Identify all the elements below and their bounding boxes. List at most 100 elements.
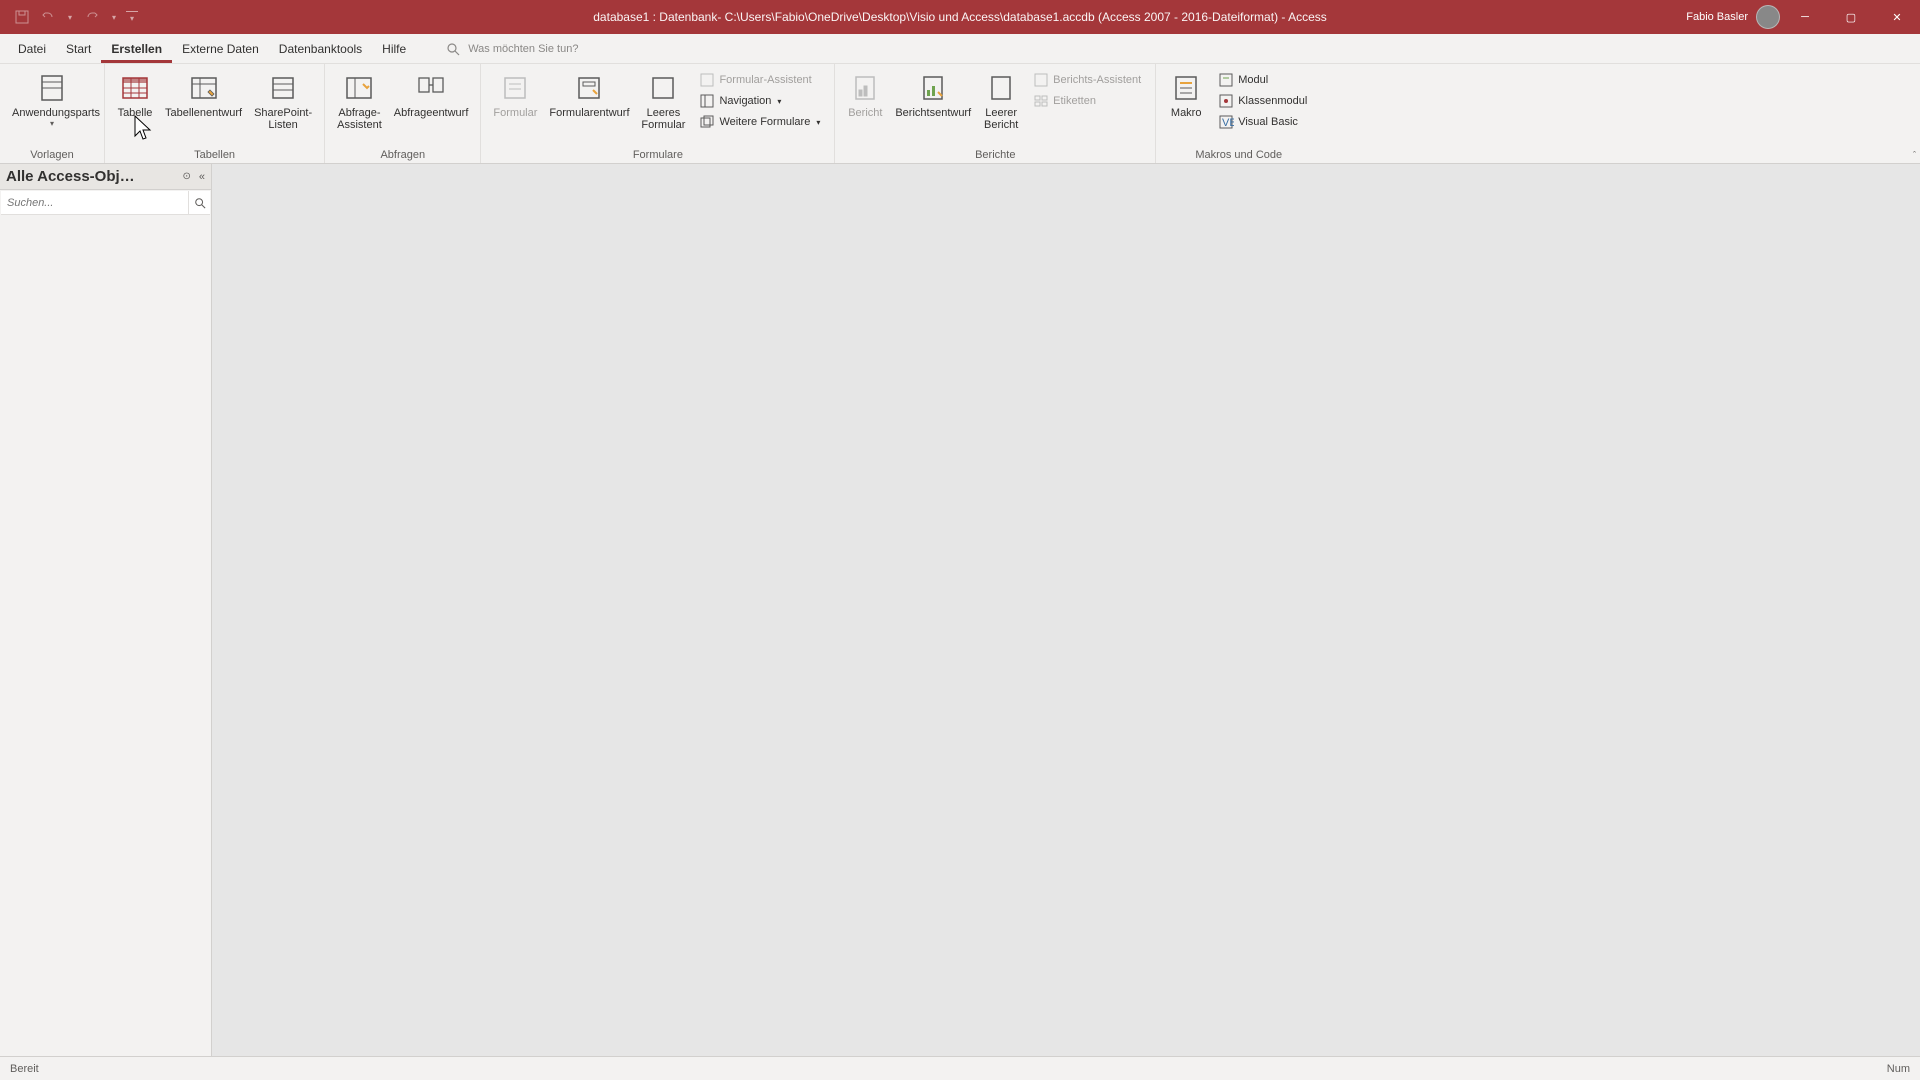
chevron-down-icon: ▾ bbox=[777, 97, 781, 106]
formulare-small-col: Formular-Assistent Navigation ▾ Weitere F… bbox=[691, 68, 828, 134]
navigation-label: Navigation bbox=[719, 95, 771, 107]
user-avatar[interactable] bbox=[1756, 5, 1780, 29]
bericht-button: Bericht bbox=[841, 68, 889, 119]
leerer-bericht-button[interactable]: Leerer Bericht bbox=[977, 68, 1025, 131]
query-wizard-icon bbox=[343, 72, 375, 104]
klassenmodul-button[interactable]: Klassenmodul bbox=[1214, 91, 1311, 111]
abfrage-assistent-button[interactable]: Abfrage- Assistent bbox=[331, 68, 388, 131]
status-right: Num bbox=[1887, 1063, 1910, 1075]
navigation-icon bbox=[699, 93, 715, 109]
class-module-icon bbox=[1218, 93, 1234, 109]
navigation-pane: Alle Access-Obj… ⊙ « bbox=[0, 164, 212, 1056]
tabellenentwurf-button[interactable]: Tabellenentwurf bbox=[159, 68, 248, 119]
workspace bbox=[212, 164, 1920, 1056]
save-icon[interactable] bbox=[12, 7, 32, 27]
weitere-formulare-label: Weitere Formulare bbox=[719, 116, 810, 128]
weitere-formulare-button[interactable]: Weitere Formulare ▾ bbox=[695, 112, 824, 132]
leeres-formular-label: Leeres Formular bbox=[641, 107, 685, 131]
tab-start[interactable]: Start bbox=[56, 34, 101, 63]
report-icon bbox=[849, 72, 881, 104]
report-design-icon bbox=[917, 72, 949, 104]
navpane-collapse-icon[interactable]: « bbox=[195, 171, 205, 183]
group-label: Formulare bbox=[633, 149, 683, 163]
search-icon bbox=[446, 42, 460, 56]
search-icon bbox=[194, 197, 206, 209]
undo-icon[interactable] bbox=[38, 7, 58, 27]
abfrageentwurf-button[interactable]: Abfrageentwurf bbox=[388, 68, 475, 119]
module-icon bbox=[1218, 72, 1234, 88]
quick-access-toolbar: ▾ ▾ ▾ bbox=[0, 0, 138, 34]
macro-icon bbox=[1170, 72, 1202, 104]
visual-basic-button[interactable]: VB Visual Basic bbox=[1214, 112, 1311, 132]
group-abfragen: Abfrage- Assistent Abfrageentwurf Abfrag… bbox=[325, 64, 481, 163]
redo-icon[interactable] bbox=[82, 7, 102, 27]
tab-datei[interactable]: Datei bbox=[8, 34, 56, 63]
berichts-assistent-label: Berichts-Assistent bbox=[1053, 74, 1141, 86]
makro-label: Makro bbox=[1171, 107, 1202, 119]
abfrageentwurf-label: Abfrageentwurf bbox=[394, 107, 469, 119]
labels-icon bbox=[1033, 93, 1049, 109]
collapse-ribbon-button[interactable]: ˆ bbox=[1913, 150, 1916, 160]
modul-button[interactable]: Modul bbox=[1214, 70, 1311, 90]
makro-button[interactable]: Makro bbox=[1162, 68, 1210, 119]
berichts-assistent-button: Berichts-Assistent bbox=[1029, 70, 1145, 90]
formular-button: Formular bbox=[487, 68, 543, 119]
berichtsentwurf-label: Berichtsentwurf bbox=[895, 107, 971, 119]
dropdown-arrow-icon: ▾ bbox=[50, 119, 54, 128]
tell-me-search[interactable]: Was möchten Sie tun? bbox=[446, 42, 578, 56]
query-design-icon bbox=[415, 72, 447, 104]
tell-me-placeholder: Was möchten Sie tun? bbox=[468, 43, 578, 55]
tab-datenbanktools[interactable]: Datenbanktools bbox=[269, 34, 372, 63]
status-bar: Bereit Num bbox=[0, 1056, 1920, 1080]
group-vorlagen: Anwendungsparts ▾ Vorlagen bbox=[0, 64, 105, 163]
window-title: database1 : Datenbank- C:\Users\Fabio\On… bbox=[593, 10, 1326, 24]
sharepoint-label: SharePoint- Listen bbox=[254, 107, 312, 131]
blank-form-icon bbox=[647, 72, 679, 104]
status-left: Bereit bbox=[10, 1063, 39, 1075]
navpane-search-input[interactable] bbox=[1, 197, 188, 209]
navpane-search-button[interactable] bbox=[188, 191, 210, 214]
navpane-title: Alle Access-Obj… bbox=[6, 168, 178, 185]
table-design-icon bbox=[188, 72, 220, 104]
more-forms-icon bbox=[699, 114, 715, 130]
tabelle-button[interactable]: Tabelle bbox=[111, 68, 159, 119]
anwendungsparts-button[interactable]: Anwendungsparts ▾ bbox=[6, 68, 98, 128]
form-icon bbox=[499, 72, 531, 104]
close-button[interactable]: ✕ bbox=[1874, 0, 1920, 34]
etiketten-label: Etiketten bbox=[1053, 95, 1096, 107]
title-bar: ▾ ▾ ▾ database1 : Datenbank- C:\Users\Fa… bbox=[0, 0, 1920, 34]
visual-basic-label: Visual Basic bbox=[1238, 116, 1298, 128]
visual-basic-icon: VB bbox=[1218, 114, 1234, 130]
blank-report-icon bbox=[985, 72, 1017, 104]
group-berichte: Bericht Berichtsentwurf Leerer Bericht B… bbox=[835, 64, 1156, 163]
user-account[interactable]: Fabio Basler bbox=[1686, 5, 1780, 29]
redo-dropdown-icon[interactable]: ▾ bbox=[108, 13, 120, 22]
formular-label: Formular bbox=[493, 107, 537, 119]
formularentwurf-button[interactable]: Formularentwurf bbox=[543, 68, 635, 119]
user-name: Fabio Basler bbox=[1686, 11, 1748, 23]
application-parts-icon bbox=[36, 72, 68, 104]
navigation-button[interactable]: Navigation ▾ bbox=[695, 91, 824, 111]
leeres-formular-button[interactable]: Leeres Formular bbox=[635, 68, 691, 131]
undo-dropdown-icon[interactable]: ▾ bbox=[64, 13, 76, 22]
navpane-dropdown-icon[interactable]: ⊙ bbox=[178, 171, 194, 182]
formular-assistent-button: Formular-Assistent bbox=[695, 70, 824, 90]
maximize-button[interactable]: ▢ bbox=[1828, 0, 1874, 34]
tab-externe-daten[interactable]: Externe Daten bbox=[172, 34, 269, 63]
tab-erstellen[interactable]: Erstellen bbox=[101, 34, 172, 63]
tab-hilfe[interactable]: Hilfe bbox=[372, 34, 416, 63]
navpane-header[interactable]: Alle Access-Obj… ⊙ « bbox=[0, 164, 211, 190]
abfrage-assistent-label: Abfrage- Assistent bbox=[337, 107, 382, 131]
group-formulare: Formular Formularentwurf Leeres Formular… bbox=[481, 64, 835, 163]
chevron-down-icon: ▾ bbox=[816, 118, 820, 127]
group-label: Tabellen bbox=[194, 149, 235, 163]
group-makros: Makro Modul Klassenmodul VB Visual Basic… bbox=[1156, 64, 1321, 163]
navpane-search[interactable] bbox=[1, 191, 210, 215]
window-controls: ─ ▢ ✕ bbox=[1782, 0, 1920, 34]
leerer-bericht-label: Leerer Bericht bbox=[984, 107, 1018, 131]
minimize-button[interactable]: ─ bbox=[1782, 0, 1828, 34]
sharepoint-listen-button[interactable]: SharePoint- Listen bbox=[248, 68, 318, 131]
berichtsentwurf-button[interactable]: Berichtsentwurf bbox=[889, 68, 977, 119]
group-label: Berichte bbox=[975, 149, 1015, 163]
qat-customize-icon[interactable]: ▾ bbox=[126, 11, 138, 23]
